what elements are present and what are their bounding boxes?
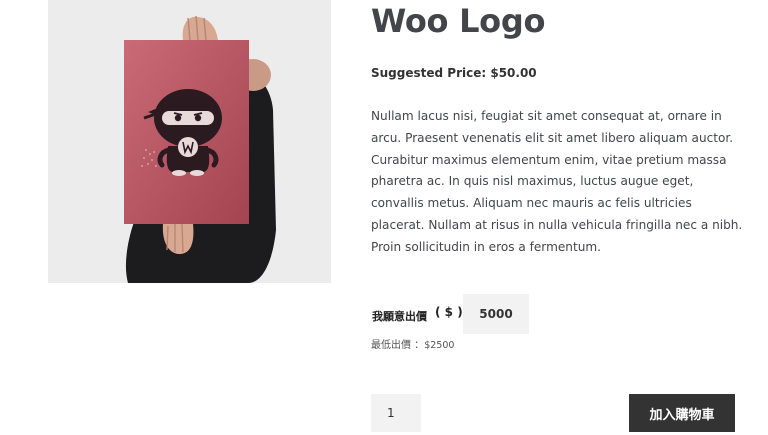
minimum-price: 最低出價 ：$2500	[371, 336, 454, 351]
name-your-price-input[interactable]	[463, 294, 529, 334]
name-your-price-label: 我願意出價	[372, 310, 427, 323]
suggested-price: Suggested Price: $50.00	[371, 66, 537, 80]
name-your-price-row: 我願意出價 ( $ )	[371, 294, 741, 334]
woo-poster-illustration	[48, 0, 331, 283]
product-image[interactable]	[48, 0, 331, 283]
product-title: Woo Logo	[371, 2, 546, 40]
currency-label: ( $ )	[435, 305, 463, 319]
product-description: Nullam lacus nisi, feugiat sit amet cons…	[371, 109, 743, 254]
minimum-price-amount: $2500	[424, 340, 455, 351]
quantity-input[interactable]	[371, 394, 421, 432]
minimum-price-label: 最低出價 ：	[371, 340, 425, 351]
add-to-cart-button[interactable]: 加入購物車	[629, 394, 735, 432]
